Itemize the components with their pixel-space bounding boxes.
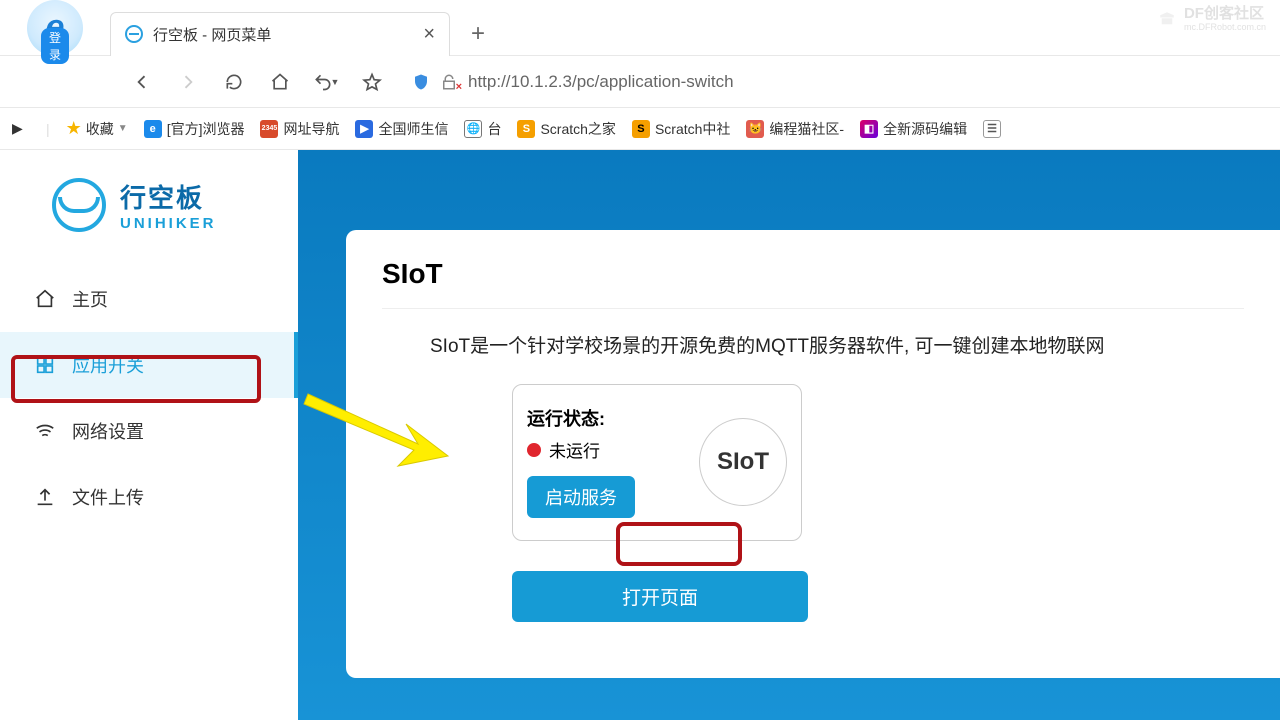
- sidebar-item-network[interactable]: 网络设置: [0, 398, 298, 464]
- bookmarks-expand-icon[interactable]: ▶: [12, 120, 30, 137]
- nav-list: 主页 应用开关 网络设置 文件上传: [0, 266, 298, 530]
- tab-title: 行空板 - 网页菜单: [153, 24, 413, 45]
- url-text: http://10.1.2.3/pc/application-switch: [468, 72, 734, 92]
- status-row: 未运行: [527, 437, 679, 462]
- bookmark-item[interactable]: SScratch之家: [517, 119, 615, 139]
- divider: [382, 308, 1244, 309]
- watermark: DF创客社区 mc.DFRobot.com.cn: [1156, 6, 1266, 32]
- bookmark-item[interactable]: 2345网址导航: [260, 119, 339, 139]
- page-content: 行空板 UNIHIKER 主页 应用开关 网络设置 文件上传: [0, 150, 1280, 720]
- undo-button[interactable]: ▼: [312, 68, 340, 96]
- favorites-menu[interactable]: ★ 收藏 ▼: [66, 118, 128, 139]
- status-label: 运行状态:: [527, 405, 679, 431]
- sidebar-item-app-switch[interactable]: 应用开关: [0, 332, 298, 398]
- bookmark-more-icon[interactable]: ☰: [983, 120, 1001, 138]
- wifi-icon: [34, 420, 56, 442]
- apps-icon: [34, 354, 56, 376]
- bookmark-item[interactable]: 🌐台: [464, 119, 501, 139]
- active-tab[interactable]: 行空板 - 网页菜单 ×: [110, 12, 450, 56]
- tab-bar: e登录 行空板 - 网页菜单 × +: [0, 0, 1280, 56]
- page-title: SIoT: [382, 258, 1244, 290]
- status-dot-icon: [527, 443, 541, 457]
- siot-logo: SIoT: [699, 418, 787, 506]
- lock-insecure-icon: ×: [440, 73, 458, 91]
- bookmark-item[interactable]: ◧全新源码编辑: [860, 119, 967, 139]
- brand-logo-icon: [52, 178, 106, 232]
- url-input[interactable]: × http://10.1.2.3/pc/application-switch: [404, 64, 1268, 100]
- browser-logo[interactable]: e登录: [0, 0, 110, 56]
- open-page-button[interactable]: 打开页面: [512, 571, 808, 622]
- chevron-down-icon: ▼: [118, 123, 128, 134]
- shield-icon: [412, 73, 430, 91]
- bookmark-item[interactable]: 😺编程猫社区-: [746, 119, 844, 139]
- brand-en: UNIHIKER: [120, 215, 217, 232]
- upload-icon: [34, 486, 56, 508]
- tab-favicon-icon: [125, 25, 143, 43]
- bookmark-item[interactable]: e[官方]浏览器: [144, 119, 245, 139]
- content-card: SIoT SIoT是一个针对学校场景的开源免费的MQTT服务器软件, 可一键创建…: [346, 230, 1280, 678]
- reload-button[interactable]: [220, 68, 248, 96]
- star-icon: ★: [66, 118, 82, 139]
- siot-status-box: 运行状态: 未运行 启动服务 SIoT: [512, 384, 802, 541]
- close-tab-icon[interactable]: ×: [423, 23, 435, 46]
- sidebar: 行空板 UNIHIKER 主页 应用开关 网络设置 文件上传: [0, 150, 298, 720]
- forward-button[interactable]: [174, 68, 202, 96]
- browser-chrome: e登录 行空板 - 网页菜单 × + ▼: [0, 0, 1280, 150]
- sidebar-item-upload[interactable]: 文件上传: [0, 464, 298, 530]
- sidebar-item-home[interactable]: 主页: [0, 266, 298, 332]
- address-bar: ▼ × http://10.1.2.3/pc/application-switc…: [0, 56, 1280, 108]
- start-service-button[interactable]: 启动服务: [527, 476, 635, 518]
- bookmark-item[interactable]: SScratch中社: [632, 119, 730, 139]
- bookmark-item[interactable]: ▶全国师生信: [355, 119, 448, 139]
- login-cap[interactable]: 登录: [41, 28, 69, 64]
- brand-cn: 行空板: [120, 178, 217, 215]
- watermark-sub: mc.DFRobot.com.cn: [1184, 23, 1266, 33]
- home-icon: [34, 288, 56, 310]
- description: SIoT是一个针对学校场景的开源免费的MQTT服务器软件, 可一键创建本地物联网: [382, 331, 1244, 358]
- favorite-button[interactable]: [358, 68, 386, 96]
- bookmarks-bar: ▶ | ★ 收藏 ▼ e[官方]浏览器 2345网址导航 ▶全国师生信 🌐台 S…: [0, 108, 1280, 150]
- brand: 行空板 UNIHIKER: [0, 174, 298, 266]
- watermark-title: DF创客社区: [1184, 6, 1264, 23]
- status-text: 未运行: [549, 437, 600, 462]
- back-button[interactable]: [128, 68, 156, 96]
- home-button[interactable]: [266, 68, 294, 96]
- new-tab-button[interactable]: +: [456, 12, 500, 56]
- main-area: SIoT SIoT是一个针对学校场景的开源免费的MQTT服务器软件, 可一键创建…: [298, 150, 1280, 720]
